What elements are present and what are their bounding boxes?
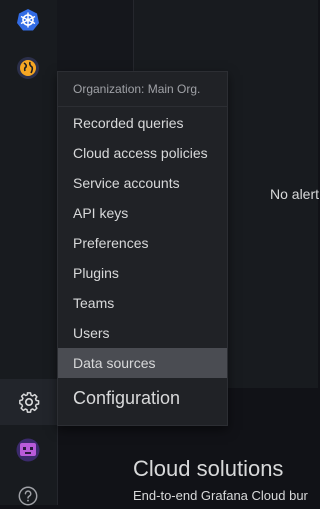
settings-nav-item[interactable] xyxy=(0,379,57,425)
cloud-solutions-title: Cloud solutions xyxy=(133,456,284,481)
kubernetes-icon[interactable] xyxy=(15,7,41,33)
menu-item-preferences[interactable]: Preferences xyxy=(58,228,227,258)
menu-item-plugins[interactable]: Plugins xyxy=(58,258,227,288)
menu-title-configuration[interactable]: Configuration xyxy=(73,388,180,409)
organization-label: Organization: Main Org. xyxy=(73,82,201,96)
avatar-icon[interactable] xyxy=(15,437,41,463)
sidebar xyxy=(0,0,58,506)
no-alerts-text: No alert xyxy=(270,186,320,202)
configuration-menu: Organization: Main Org. Recorded queries… xyxy=(57,71,228,426)
cloud-solutions-subtitle: End-to-end Grafana Cloud bur xyxy=(133,488,308,503)
menu-item-service-accounts[interactable]: Service accounts xyxy=(58,168,227,198)
globe-icon[interactable] xyxy=(15,55,41,81)
menu-divider xyxy=(58,106,227,107)
menu-item-cloud-access-policies[interactable]: Cloud access policies xyxy=(58,138,227,168)
gear-icon xyxy=(18,392,39,413)
menu-item-api-keys[interactable]: API keys xyxy=(58,198,227,228)
menu-item-users[interactable]: Users xyxy=(58,318,227,348)
menu-item-recorded-queries[interactable]: Recorded queries xyxy=(58,108,227,138)
menu-item-data-sources[interactable]: Data sources xyxy=(58,348,227,378)
menu-item-teams[interactable]: Teams xyxy=(58,288,227,318)
help-icon[interactable] xyxy=(15,483,41,509)
